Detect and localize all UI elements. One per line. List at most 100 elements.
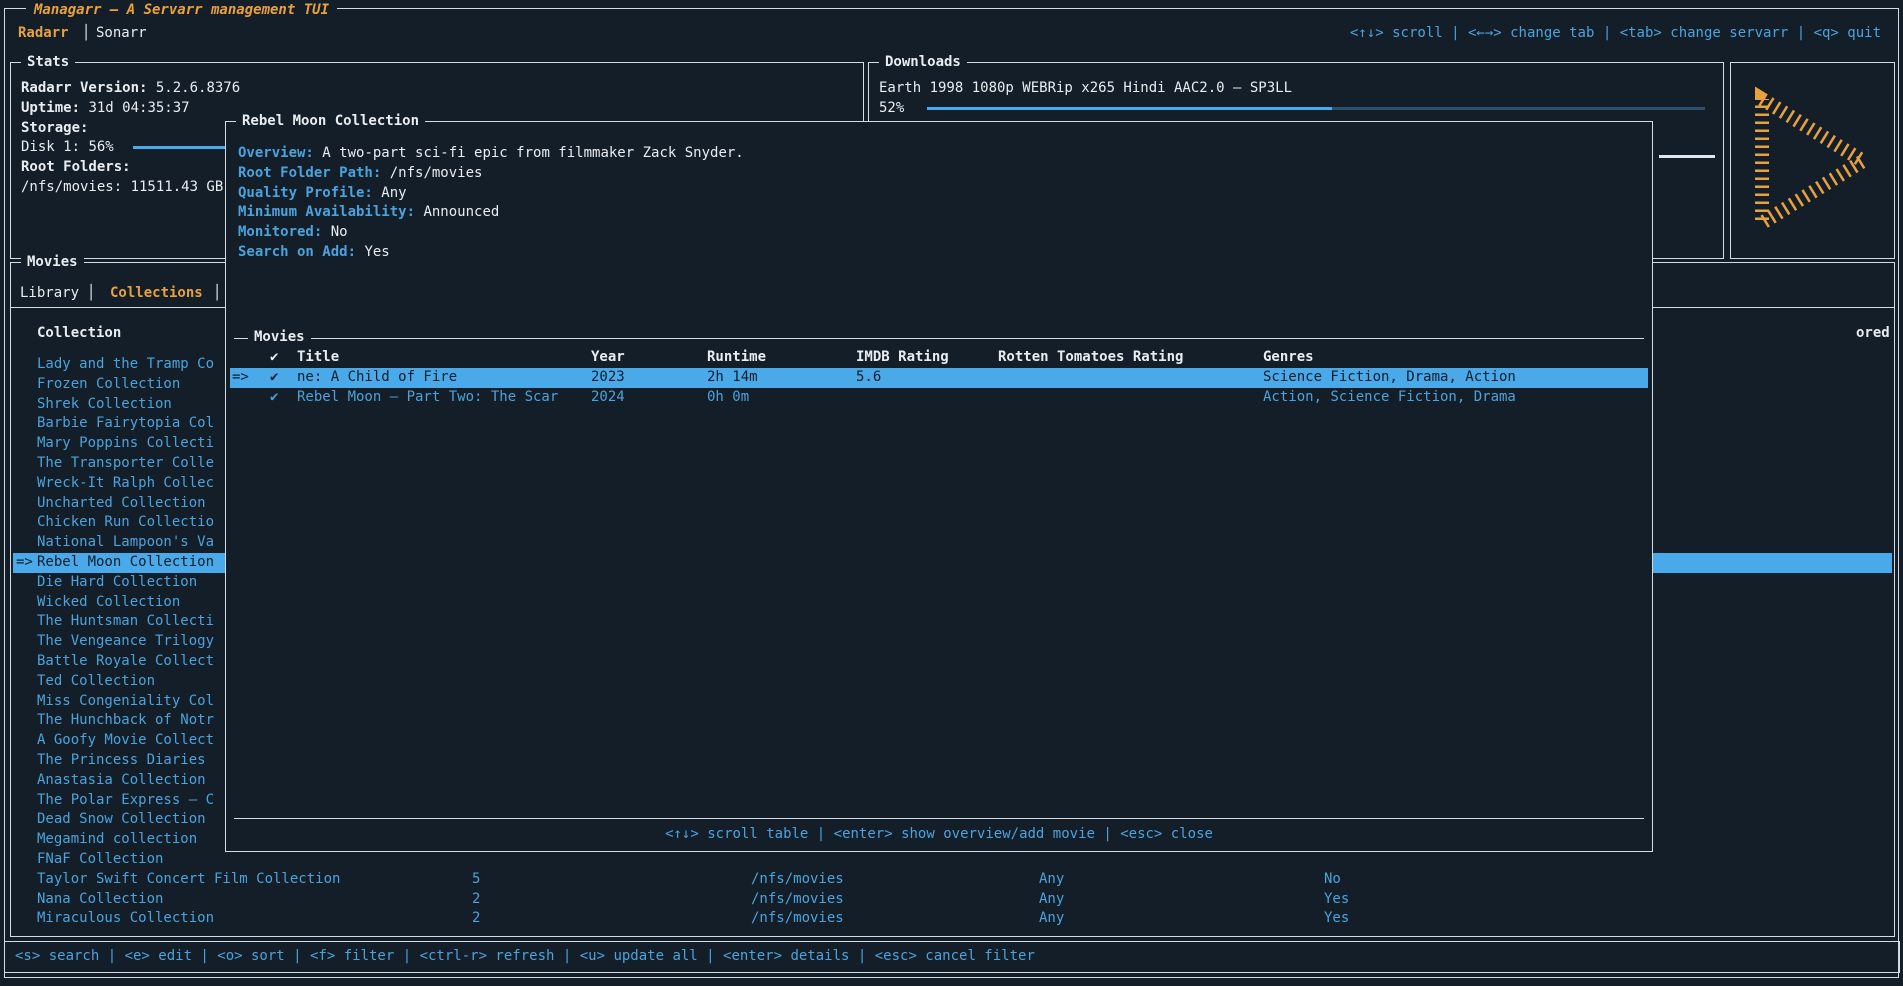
collection-name: The Vengeance Trilogy <box>37 632 214 652</box>
top-keybindings-help: <↑↓> scroll | <←→> change tab | <tab> ch… <box>1350 23 1881 43</box>
monitored-label: Monitored: <box>238 224 322 240</box>
download-progress-line: 52% <box>879 99 1713 119</box>
stats-panel-title: Stats <box>21 52 75 72</box>
tab-library[interactable]: Library <box>20 284 79 304</box>
movies-tab-separator: │ <box>87 284 95 304</box>
app-title: Managarr — A Servarr management TUI <box>26 1 337 19</box>
tab-sonarr[interactable]: Sonarr <box>96 23 147 43</box>
movie-genres: Action, Science Fiction, Drama <box>1263 388 1516 408</box>
minimum-availability-label: Minimum Availability: <box>238 204 415 220</box>
movies-table-separator <box>234 338 1644 339</box>
radarr-version-label: Radarr Version: <box>21 80 147 96</box>
collection-name: Taylor Swift Concert Film Collection <box>37 870 340 890</box>
uptime-value: 31d 04:35:37 <box>88 100 189 116</box>
overview-label: Overview: <box>238 145 314 161</box>
collection-name: Anastasia Collection <box>37 771 206 791</box>
minimum-availability-value: Announced <box>423 204 499 220</box>
monitored-field: Monitored: No <box>238 223 1640 243</box>
collection-name: The Polar Express – C <box>37 791 214 811</box>
collection-row[interactable]: Nana Collection 2 /nfs/movies Any Yes <box>13 890 1892 910</box>
modal-title: Rebel Moon Collection <box>236 111 425 131</box>
collection-name: The Huntsman Collecti <box>37 612 214 632</box>
collection-name: Die Hard Collection <box>37 573 197 593</box>
footer-keybindings-help: <s> search | <e> edit | <o> sort | <f> f… <box>15 942 1035 970</box>
movie-row[interactable]: ✔ Rebel Moon – Part Two: The Scar 2024 0… <box>230 388 1648 408</box>
collection-name: FNaF Collection <box>37 850 163 870</box>
movie-runtime: 2h 14m <box>707 368 758 388</box>
search-on-add-field: Search on Add: Yes <box>238 243 1640 263</box>
movie-title: ne: A Child of Fire <box>297 368 457 388</box>
collection-name: Wicked Collection <box>37 593 180 613</box>
tab-collections[interactable]: Collections <box>110 284 203 304</box>
movie-runtime: 0h 0m <box>707 388 749 408</box>
collection-name: The Princess Diaries <box>37 751 206 771</box>
minimum-availability-field: Minimum Availability: Announced <box>238 203 1640 223</box>
collection-name: Uncharted Collection <box>37 494 206 514</box>
disk-percent: 56% <box>88 139 113 155</box>
tab-radarr[interactable]: Radarr <box>18 23 69 43</box>
collection-name: National Lampoon's Va <box>37 533 214 553</box>
collection-name: Ted Collection <box>37 672 155 692</box>
play-icon <box>1747 83 1879 239</box>
quality-profile-label: Quality Profile: <box>238 185 373 201</box>
header-genres: Genres <box>1263 348 1314 368</box>
second-download-bar-fragment <box>1659 155 1715 158</box>
collection-name: Nana Collection <box>37 890 163 910</box>
download-progress-bar-fill <box>927 107 1332 110</box>
collection-monitored: Yes <box>1324 890 1349 910</box>
collection-root-folder: /nfs/movies <box>751 890 844 910</box>
collection-column-header: Collection <box>37 324 121 344</box>
collection-row[interactable]: FNaF Collection <box>13 850 1892 870</box>
root-folder-path-label: Root Folder Path: <box>238 165 381 181</box>
download-progress-bar <box>927 107 1705 110</box>
radarr-version-value: 5.2.6.8376 <box>156 80 240 96</box>
header-title: Title <box>297 348 339 368</box>
monitored-column-header-fragment: ored <box>1856 324 1890 344</box>
radarr-version-line: Radarr Version: 5.2.6.8376 <box>21 79 853 99</box>
movies-tab-separator-2: │ <box>213 284 221 304</box>
collection-details-modal: Rebel Moon Collection Overview: A two-pa… <box>225 121 1653 852</box>
movie-title: Rebel Moon – Part Two: The Scar <box>297 388 558 408</box>
collection-monitored: Yes <box>1324 909 1349 929</box>
uptime-line: Uptime: 31d 04:35:37 <box>21 99 853 119</box>
root-folder-path-field: Root Folder Path: /nfs/movies <box>238 164 1640 184</box>
movies-panel-title: Movies <box>21 252 84 272</box>
collection-name: Miraculous Collection <box>37 909 214 929</box>
search-on-add-label: Search on Add: <box>238 244 356 260</box>
collection-name: Frozen Collection <box>37 375 180 395</box>
movie-row[interactable]: => ✔ ne: A Child of Fire 2023 2h 14m 5.6… <box>230 368 1648 388</box>
collection-name: Lady and the Tramp Co <box>37 355 214 375</box>
collection-name: Barbie Fairytopia Col <box>37 414 214 434</box>
managarr-tui-screen: Managarr — A Servarr management TUI Rada… <box>0 0 1903 986</box>
movie-imdb-rating: 5.6 <box>856 368 881 388</box>
collection-name: Wreck-It Ralph Collec <box>37 474 214 494</box>
downloads-content: Earth 1998 1080p WEBRip x265 Hindi AAC2.… <box>879 79 1713 119</box>
collection-quality-profile: Any <box>1039 890 1064 910</box>
movie-genres: Science Fiction, Drama, Action <box>1263 368 1516 388</box>
header-year: Year <box>591 348 625 368</box>
header-check: ✔ <box>270 348 278 368</box>
collection-name: Megamind collection <box>37 830 197 850</box>
collection-root-folder: /nfs/movies <box>751 909 844 929</box>
modal-keybindings-help: <↑↓> scroll table | <enter> show overvie… <box>226 824 1652 844</box>
collection-quality-profile: Any <box>1039 909 1064 929</box>
collection-row[interactable]: Miraculous Collection 2 /nfs/movies Any … <box>13 909 1892 929</box>
uptime-label: Uptime: <box>21 100 80 116</box>
collection-quality-profile: Any <box>1039 870 1064 890</box>
monitored-value: No <box>331 224 348 240</box>
movies-table-header: ✔ Title Year Runtime IMDB Rating Rotten … <box>226 348 1652 368</box>
tab-separator: │ <box>82 23 90 43</box>
collection-movie-count: 2 <box>472 890 480 910</box>
collection-name: Chicken Run Collectio <box>37 513 214 533</box>
movies-table-title: Movies <box>248 328 311 348</box>
monitored-check-icon: ✔ <box>270 388 278 408</box>
collection-name: Mary Poppins Collecti <box>37 434 214 454</box>
quality-profile-field: Quality Profile: Any <box>238 184 1640 204</box>
collection-row[interactable]: Taylor Swift Concert Film Collection 5 /… <box>13 870 1892 890</box>
downloads-panel-title: Downloads <box>879 52 967 72</box>
collection-name: Battle Royale Collect <box>37 652 214 672</box>
logo-panel <box>1730 62 1895 259</box>
selection-arrow: => <box>232 368 249 388</box>
collection-name: The Transporter Colle <box>37 454 214 474</box>
modal-bottom-separator <box>234 818 1644 819</box>
